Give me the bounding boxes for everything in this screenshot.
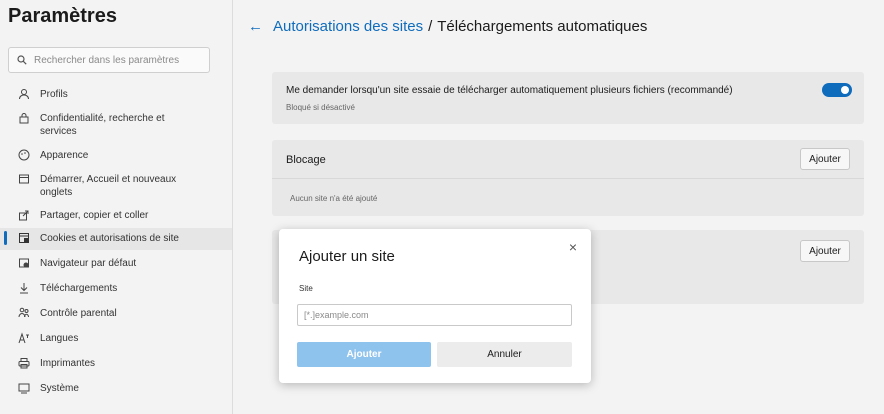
sidebar-item-imprimantes[interactable]: Imprimantes	[0, 350, 232, 375]
sidebar-item-langues[interactable]: Langues	[0, 325, 232, 350]
sidebar-item-partager[interactable]: Partager, copier et coller	[0, 206, 232, 228]
sidebar-nav: Profils Confidentialité, recherche et se…	[0, 82, 232, 400]
printer-icon	[18, 358, 30, 369]
settings-search-input[interactable]: Rechercher dans les paramètres	[8, 47, 210, 73]
download-icon	[20, 283, 28, 294]
default-browser-icon	[19, 258, 29, 268]
dialog-title: Ajouter un site	[299, 248, 395, 265]
search-placeholder: Rechercher dans les paramètres	[34, 54, 180, 66]
sidebar-item-navigateur[interactable]: Navigateur par défaut	[0, 250, 232, 275]
sidebar-item-controle-parental[interactable]: Contrôle parental	[0, 300, 232, 325]
settings-sidebar: Paramètres Rechercher dans les paramètre…	[0, 0, 232, 414]
site-input[interactable]: [*.]example.com	[297, 304, 572, 326]
appearance-icon	[18, 149, 30, 161]
system-icon	[18, 383, 30, 394]
sidebar-item-profils[interactable]: Profils	[0, 82, 232, 106]
sidebar-title: Paramètres	[8, 5, 117, 27]
sidebar-item-systeme[interactable]: Système	[0, 375, 232, 400]
profile-icon	[19, 89, 29, 100]
home-tab-icon	[19, 174, 29, 184]
search-icon	[17, 55, 27, 65]
sidebar-item-telechargements[interactable]: Téléchargements	[0, 275, 232, 300]
sidebar-item-cookies[interactable]: Cookies et autorisations de site	[0, 228, 232, 250]
language-icon	[18, 332, 29, 344]
close-icon[interactable]: ×	[569, 239, 577, 255]
family-icon	[18, 307, 29, 318]
add-site-dialog: Ajouter un site × Site [*.]example.com A…	[279, 229, 591, 383]
lock-icon	[19, 113, 29, 124]
dialog-cancel-button[interactable]: Annuler	[437, 342, 572, 367]
sidebar-item-apparence[interactable]: Apparence	[0, 144, 232, 168]
sidebar-item-demarrer[interactable]: Démarrer, Accueil et nouveaux onglets	[0, 168, 232, 206]
site-permissions-icon	[19, 233, 29, 243]
share-icon	[19, 210, 29, 221]
dialog-add-button[interactable]: Ajouter	[297, 342, 431, 367]
site-field-label: Site	[299, 284, 313, 293]
sidebar-item-confidentialite[interactable]: Confidentialité, recherche et services	[0, 106, 232, 144]
site-input-placeholder: [*.]example.com	[304, 310, 369, 320]
